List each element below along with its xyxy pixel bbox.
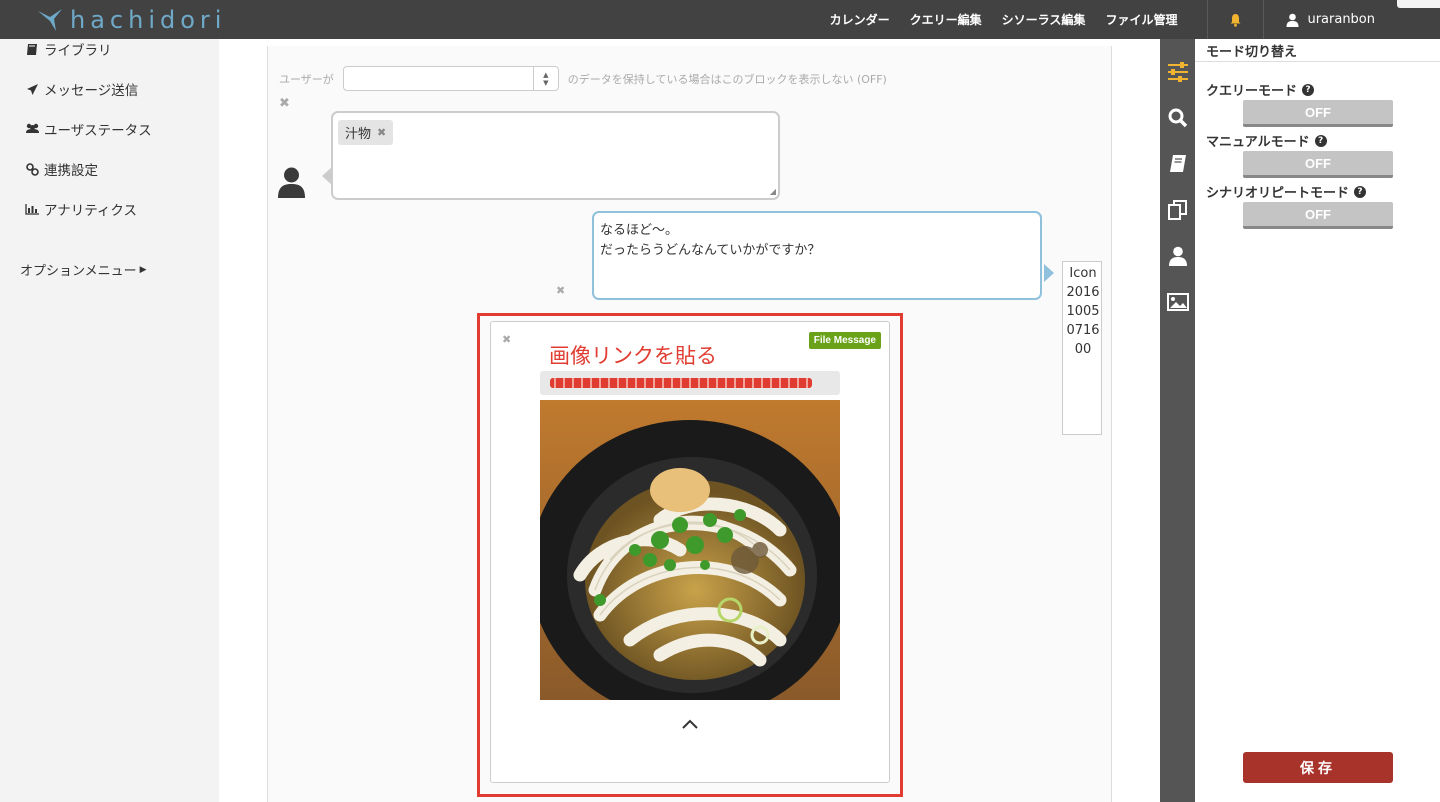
bar-chart-icon (24, 203, 40, 215)
sidebar-item-label: 連携設定 (44, 163, 98, 179)
bot-reply-input[interactable]: なるほど〜。 だったらうどんなんていかがですか？ (592, 211, 1042, 300)
file-message-card: ✖ File Message 画像リンクを貼る (490, 321, 890, 783)
copy-icon (1167, 199, 1187, 220)
user-icon (1286, 13, 1299, 27)
condition-prefix: ユーザーが (279, 72, 334, 86)
notification-button[interactable] (1208, 0, 1263, 39)
condition-row: ユーザーが ▲ ▼ のデータを保持している場合はこのブロックを表示しない (OFF… (279, 66, 887, 91)
mode-label-text: マニュアルモード (1206, 135, 1310, 150)
remove-condition-button[interactable]: ✖ (279, 96, 290, 111)
save-button[interactable]: 保存 (1243, 752, 1393, 783)
nav-file-management[interactable]: ファイル管理 (1105, 11, 1177, 28)
condition-select[interactable]: ▲ ▼ (342, 66, 559, 91)
nav-thesaurus-edit[interactable]: シソーラス編集 (1002, 11, 1086, 28)
reply-line-1: なるほど〜。 (600, 223, 679, 238)
reply-bubble-tip (1044, 264, 1054, 282)
copy-tool-button[interactable] (1165, 197, 1190, 222)
panel-divider (1195, 61, 1440, 62)
help-icon[interactable]: ? (1302, 83, 1315, 96)
annotation-text: 画像リンクを貼る (549, 344, 717, 368)
hummingbird-logo-icon (38, 9, 62, 31)
logo[interactable]: hachidori (36, 6, 226, 34)
mode-label-text: クエリーモード (1206, 84, 1298, 99)
mode-label-text: シナリオリピートモード (1206, 186, 1350, 201)
option-menu-label: オプションメニュー (20, 264, 137, 279)
top-nav: カレンダー クエリー編集 シソーラス編集 ファイル管理 uraranbon (820, 0, 1440, 39)
nav-calendar[interactable]: カレンダー (830, 11, 890, 28)
user-tool-button[interactable] (1165, 243, 1190, 268)
collapse-chevron-up-icon[interactable] (681, 719, 699, 734)
sidebar-item-label: アナリティクス (44, 203, 138, 219)
help-icon[interactable]: ? (1354, 185, 1367, 198)
sidebar-item-integration[interactable]: 連携設定 (24, 159, 98, 179)
caret-right-icon: ▶ (139, 264, 147, 275)
bell-icon (1230, 13, 1241, 27)
scenario-canvas: ユーザーが ▲ ▼ のデータを保持している場合はこのブロックを表示しない (OFF… (267, 46, 1112, 802)
panel-title: モード切り替え (1206, 45, 1298, 60)
redaction-mark (550, 378, 812, 388)
top-right-corner (1397, 0, 1440, 8)
keyword-tag: 汁物 ✖ (338, 120, 394, 145)
remove-tag-icon[interactable]: ✖ (377, 126, 386, 139)
username: uraranbon (1307, 12, 1375, 27)
bot-icon-image: Icon 20161005071600 (1062, 261, 1102, 435)
query-mode-label: クエリーモード ? (1206, 80, 1315, 99)
sliders-tool-button[interactable] (1165, 59, 1190, 84)
condition-suffix: のデータを保持している場合はこのブロックを表示しない (OFF) (567, 72, 887, 86)
tool-strip (1160, 39, 1195, 802)
sliders-icon (1167, 61, 1188, 82)
user-query-input[interactable]: 汁物 ✖ ◢ (331, 111, 780, 200)
help-icon[interactable]: ? (1314, 134, 1327, 147)
book-icon (24, 43, 40, 56)
logo-text: hachidori (70, 6, 227, 34)
library-tool-button[interactable] (1165, 151, 1190, 176)
search-icon (1168, 108, 1187, 127)
sidebar-item-analytics[interactable]: アナリティクス (24, 199, 137, 219)
select-spinner-icon: ▲ ▼ (532, 67, 558, 90)
nav-query-edit[interactable]: クエリー編集 (910, 11, 982, 28)
resize-handle-icon[interactable]: ◢ (770, 187, 776, 196)
remove-reply-button[interactable]: ✖ (556, 284, 565, 297)
reply-line-2: だったらうどんなんていかがですか？ (600, 243, 821, 258)
query-mode-toggle[interactable]: OFF (1243, 100, 1393, 127)
left-sidebar: ライブラリ メッセージ送信 ユーザステータス 連携設定 アナリティクス オプショ… (0, 39, 219, 802)
udon-photo (540, 400, 840, 700)
sidebar-item-library[interactable]: ライブラリ (24, 39, 112, 59)
user-menu[interactable]: uraranbon (1264, 0, 1397, 39)
book-icon (1169, 154, 1186, 172)
sidebar-item-user-status[interactable]: ユーザステータス (24, 119, 152, 139)
manual-mode-toggle[interactable]: OFF (1243, 151, 1393, 178)
sidebar-item-send-message[interactable]: メッセージ送信 (24, 79, 138, 99)
image-url-field[interactable] (540, 371, 840, 395)
user-avatar-icon (277, 166, 306, 202)
file-message-badge: File Message (808, 332, 881, 349)
top-bar: hachidori カレンダー クエリー編集 シソーラス編集 ファイル管理 ur… (0, 0, 1440, 39)
image-tool-button[interactable] (1165, 289, 1190, 314)
send-icon (24, 83, 40, 96)
mode-panel: モード切り替え クエリーモード ? OFF マニュアルモード ? OFF シナリ… (1195, 39, 1440, 802)
user-icon (1168, 246, 1187, 266)
scenario-repeat-mode-label: シナリオリピートモード ? (1206, 182, 1367, 201)
users-icon (24, 123, 40, 135)
option-menu[interactable]: オプションメニュー ▶ (20, 260, 147, 279)
link-icon (24, 162, 40, 176)
keyword-tag-label: 汁物 (345, 127, 372, 142)
search-tool-button[interactable] (1165, 105, 1190, 130)
main-area: ユーザーが ▲ ▼ のデータを保持している場合はこのブロックを表示しない (OFF… (219, 39, 1160, 802)
image-icon (1166, 292, 1189, 311)
manual-mode-label: マニュアルモード ? (1206, 131, 1327, 150)
scenario-repeat-mode-toggle[interactable]: OFF (1243, 202, 1393, 229)
remove-file-button[interactable]: ✖ (502, 333, 511, 346)
sidebar-item-label: ユーザステータス (44, 123, 152, 139)
sidebar-item-label: メッセージ送信 (44, 83, 139, 99)
sidebar-item-label: ライブラリ (44, 43, 112, 59)
